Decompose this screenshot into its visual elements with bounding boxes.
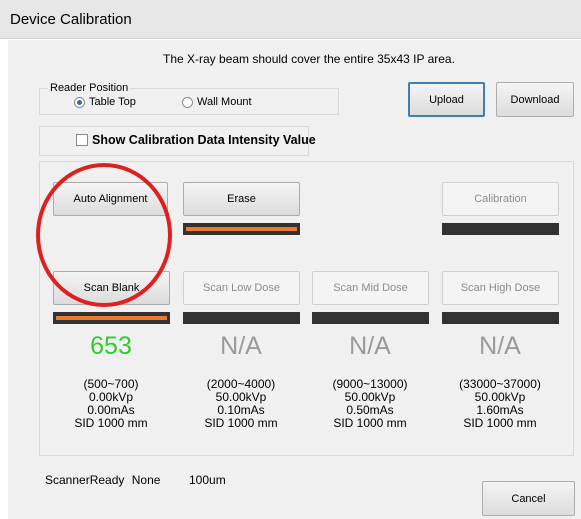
scan-info-1: (2000~4000) 50.00kVp 0.10mAs SID 1000 mm <box>181 378 301 430</box>
calibration-button: Calibration <box>442 182 559 216</box>
scan-progress-bar-0 <box>53 312 170 324</box>
title-bar: Device Calibration <box>0 0 581 39</box>
scan-info-2: (9000~13000) 50.00kVp 0.50mAs SID 1000 mm <box>310 378 430 430</box>
download-button[interactable]: Download <box>496 82 574 117</box>
status-scanner: ScannerReady None <box>45 473 160 487</box>
scanner-state-text: None <box>131 473 161 487</box>
radio-wall-mount-label: Wall Mount <box>197 96 252 108</box>
radio-icon-unselected <box>182 96 193 108</box>
scan-button-2: Scan Mid Dose <box>312 271 429 305</box>
scan-info-3: (33000~37000) 50.00kVp 1.60mAs SID 1000 mm <box>440 378 560 430</box>
scan-progress-bar-3 <box>442 312 559 324</box>
scan-sid-2: SID 1000 mm <box>333 416 407 430</box>
radio-icon-selected <box>74 96 85 108</box>
scan-sid-3: SID 1000 mm <box>463 416 537 430</box>
resolution-text: 100um <box>189 473 226 487</box>
scan-sid-1: SID 1000 mm <box>204 416 278 430</box>
scanner-status-text: ScannerReady <box>45 473 125 487</box>
scan-button-0[interactable]: Scan Blank <box>53 271 170 305</box>
show-intensity-checkbox[interactable] <box>76 134 88 146</box>
calibration-progress-bar <box>442 223 559 235</box>
erase-progress-fill <box>186 227 297 231</box>
scan-sid-0: SID 1000 mm <box>74 416 148 430</box>
radio-table-top-label: Table Top <box>89 96 136 108</box>
erase-button[interactable]: Erase <box>183 182 300 216</box>
radio-wall-mount[interactable]: Wall Mount <box>182 96 252 108</box>
scan-value-1: N/A <box>220 332 262 360</box>
scan-button-3: Scan High Dose <box>442 271 559 305</box>
scan-progress-fill-0 <box>56 316 167 320</box>
scan-progress-bar-2 <box>312 312 429 324</box>
scan-info-0: (500~700) 0.00kVp 0.00mAs SID 1000 mm <box>51 378 171 430</box>
cancel-button[interactable]: Cancel <box>482 481 575 516</box>
scan-value-2: N/A <box>349 332 391 360</box>
scan-value-3: N/A <box>479 332 521 360</box>
show-intensity-label: Show Calibration Data Intensity Value <box>92 133 316 147</box>
reader-position-label: Reader Position <box>48 82 131 94</box>
scan-button-1: Scan Low Dose <box>183 271 300 305</box>
radio-table-top[interactable]: Table Top <box>74 96 136 108</box>
upload-button[interactable]: Upload <box>408 82 485 117</box>
auto-alignment-button[interactable]: Auto Alignment <box>53 182 168 216</box>
dialog-content: The X-ray beam should cover the entire 3… <box>8 40 581 519</box>
window-title: Device Calibration <box>10 11 132 28</box>
erase-progress-bar <box>183 223 300 235</box>
scan-value-0: 653 <box>90 332 132 360</box>
scan-progress-bar-1 <box>183 312 300 324</box>
instruction-text: The X-ray beam should cover the entire 3… <box>163 52 455 66</box>
